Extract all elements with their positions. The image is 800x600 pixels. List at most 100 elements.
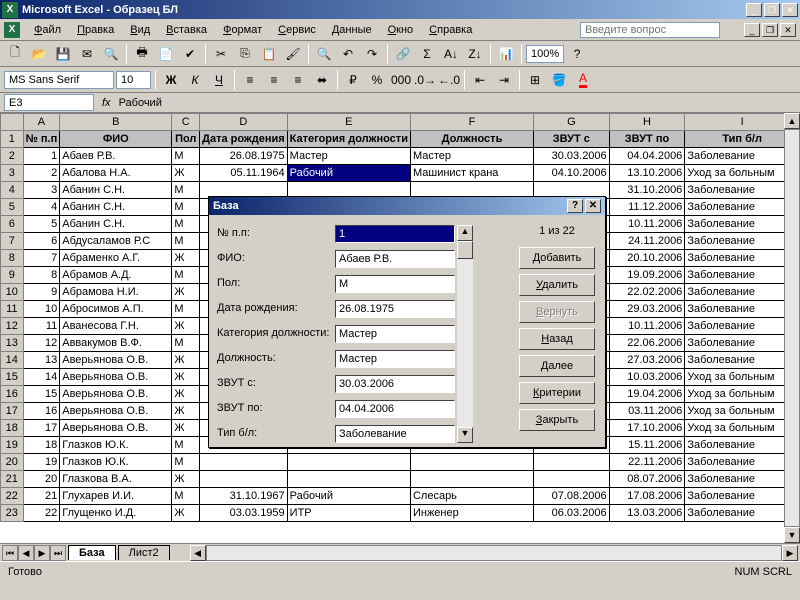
increase-indent-icon[interactable]: ⇥ bbox=[493, 69, 515, 91]
col-header-E[interactable]: E bbox=[287, 114, 410, 131]
autosum-icon[interactable]: Σ bbox=[416, 43, 438, 65]
col-header-I[interactable]: I bbox=[685, 114, 800, 131]
dialog-field-input[interactable]: Абаев Р.В. bbox=[335, 250, 455, 268]
menu-Формат[interactable]: Формат bbox=[215, 22, 270, 38]
cell[interactable]: Мастер bbox=[410, 148, 533, 165]
dialog-scroll-down[interactable]: ▼ bbox=[457, 427, 473, 443]
sort-asc-icon[interactable]: A↓ bbox=[440, 43, 462, 65]
dialog-field-input[interactable]: 30.03.2006 bbox=[335, 375, 455, 393]
hscroll-track[interactable] bbox=[206, 545, 782, 561]
cell[interactable] bbox=[410, 454, 533, 471]
cell[interactable]: 21 bbox=[23, 488, 60, 505]
row-header-21[interactable]: 21 bbox=[1, 471, 24, 488]
cell[interactable]: 8 bbox=[23, 267, 60, 284]
cell[interactable]: Абрамова Н.И. bbox=[60, 284, 172, 301]
cell[interactable]: 22.06.2006 bbox=[609, 335, 685, 352]
dialog-field-input[interactable]: 26.08.1975 bbox=[335, 300, 455, 318]
cell[interactable]: Уход за больным bbox=[685, 403, 800, 420]
new-icon[interactable]: 🗋 bbox=[4, 43, 26, 65]
cell[interactable] bbox=[534, 454, 610, 471]
cell[interactable]: 19.04.2006 bbox=[609, 386, 685, 403]
cell[interactable]: 9 bbox=[23, 284, 60, 301]
menu-Данные[interactable]: Данные bbox=[324, 22, 380, 38]
underline-icon[interactable]: Ч bbox=[208, 69, 230, 91]
cell[interactable]: Ж bbox=[172, 352, 200, 369]
cell[interactable]: Аверьянова О.В. bbox=[60, 403, 172, 420]
tab-nav-first[interactable]: ⏮ bbox=[2, 545, 18, 561]
row-header-20[interactable]: 20 bbox=[1, 454, 24, 471]
increase-decimal-icon[interactable]: .0→ bbox=[414, 69, 436, 91]
cell[interactable]: Аверьянова О.В. bbox=[60, 386, 172, 403]
search-icon[interactable]: 🔍 bbox=[100, 43, 122, 65]
dialog-scroll-track[interactable] bbox=[457, 241, 473, 427]
cell[interactable]: 10.11.2006 bbox=[609, 318, 685, 335]
header-cell[interactable]: Дата рождения bbox=[200, 131, 288, 148]
doc-minimize-button[interactable]: _ bbox=[744, 23, 760, 37]
cell[interactable]: 08.07.2006 bbox=[609, 471, 685, 488]
cell[interactable]: Ж bbox=[172, 165, 200, 182]
cell[interactable] bbox=[534, 471, 610, 488]
cell[interactable]: Ж bbox=[172, 318, 200, 335]
cell[interactable]: 03.03.1959 bbox=[200, 505, 288, 522]
cell[interactable]: ИТР bbox=[287, 505, 410, 522]
cell[interactable]: 7 bbox=[23, 250, 60, 267]
cell[interactable]: Абанин С.Н. bbox=[60, 199, 172, 216]
cell[interactable]: Аверьянова О.В. bbox=[60, 352, 172, 369]
cell[interactable]: Абаев Р.В. bbox=[60, 148, 172, 165]
cell[interactable]: Глазков Ю.К. bbox=[60, 454, 172, 471]
cell[interactable]: Ж bbox=[172, 250, 200, 267]
header-cell[interactable]: ЗВУТ с bbox=[534, 131, 610, 148]
cell[interactable]: Абанин С.Н. bbox=[60, 182, 172, 199]
cell[interactable]: 17 bbox=[23, 420, 60, 437]
header-cell[interactable]: ЗВУТ по bbox=[609, 131, 685, 148]
header-cell[interactable]: ФИО bbox=[60, 131, 172, 148]
cell[interactable]: Ж bbox=[172, 420, 200, 437]
doc-restore-button[interactable]: ❐ bbox=[762, 23, 778, 37]
cell[interactable]: 6 bbox=[23, 233, 60, 250]
cell[interactable]: М bbox=[172, 267, 200, 284]
redo-icon[interactable]: ↷ bbox=[361, 43, 383, 65]
cell[interactable]: 17.08.2006 bbox=[609, 488, 685, 505]
paste-icon[interactable]: 📋 bbox=[258, 43, 280, 65]
cell[interactable]: Заболевание bbox=[685, 216, 800, 233]
row-header-12[interactable]: 12 bbox=[1, 318, 24, 335]
row-header-4[interactable]: 4 bbox=[1, 182, 24, 199]
cell[interactable]: Заболевание bbox=[685, 335, 800, 352]
borders-icon[interactable]: ⊞ bbox=[524, 69, 546, 91]
cell[interactable]: 04.10.2006 bbox=[534, 165, 610, 182]
dialog-field-input[interactable]: М bbox=[335, 275, 455, 293]
cell[interactable]: 15 bbox=[23, 386, 60, 403]
cell[interactable]: М bbox=[172, 437, 200, 454]
decrease-decimal-icon[interactable]: ←.0 bbox=[438, 69, 460, 91]
italic-icon[interactable]: К bbox=[184, 69, 206, 91]
dialog-button-Далее[interactable]: Далее bbox=[519, 355, 595, 377]
cell[interactable]: Заболевание bbox=[685, 301, 800, 318]
tab-nav-last[interactable]: ⏭ bbox=[50, 545, 66, 561]
row-header-18[interactable]: 18 bbox=[1, 420, 24, 437]
cell[interactable]: Заболевание bbox=[685, 233, 800, 250]
cell[interactable]: 31.10.2006 bbox=[609, 182, 685, 199]
row-header-14[interactable]: 14 bbox=[1, 352, 24, 369]
cell[interactable]: 13.10.2006 bbox=[609, 165, 685, 182]
cell[interactable]: 20.10.2006 bbox=[609, 250, 685, 267]
bold-icon[interactable]: Ж bbox=[160, 69, 182, 91]
cell[interactable]: 11 bbox=[23, 318, 60, 335]
cell[interactable]: 19.09.2006 bbox=[609, 267, 685, 284]
cell[interactable]: Заболевание bbox=[685, 505, 800, 522]
cell[interactable]: 11.12.2006 bbox=[609, 199, 685, 216]
menu-Вставка[interactable]: Вставка bbox=[158, 22, 215, 38]
cell[interactable]: Глущенко И.Д. bbox=[60, 505, 172, 522]
align-right-icon[interactable]: ≡ bbox=[287, 69, 309, 91]
cell[interactable]: Инженер bbox=[410, 505, 533, 522]
cell[interactable]: 04.04.2006 bbox=[609, 148, 685, 165]
cell[interactable]: Абраменко А.Г. bbox=[60, 250, 172, 267]
merge-icon[interactable]: ⬌ bbox=[311, 69, 333, 91]
align-left-icon[interactable]: ≡ bbox=[239, 69, 261, 91]
cell[interactable] bbox=[287, 454, 410, 471]
header-cell[interactable]: № п.п bbox=[23, 131, 60, 148]
cell[interactable]: Рабочий bbox=[287, 165, 410, 182]
cell[interactable]: 1 bbox=[23, 148, 60, 165]
copy-icon[interactable]: ⎘ bbox=[234, 43, 256, 65]
cell[interactable]: 29.03.2006 bbox=[609, 301, 685, 318]
cell[interactable]: Заболевание bbox=[685, 284, 800, 301]
